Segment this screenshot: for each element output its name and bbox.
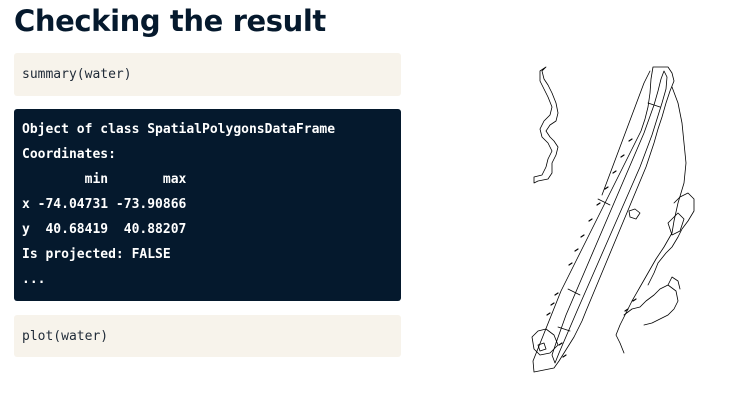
shoreline-ticks [546,138,637,358]
inlet [557,326,571,332]
manhattan-map-icon [531,66,695,373]
map-outline [532,66,675,373]
lower-right-branch [667,276,681,290]
page-title: Checking the result [14,4,326,38]
inlet [567,288,581,296]
code-text: summary(water) [22,67,132,82]
console-line: x -74.04731 -73.90866 [22,197,187,212]
console-line: y 40.68419 40.88207 [22,222,187,237]
inlet [597,198,611,206]
lower-right-edge [623,284,679,326]
console-line: Is projected: FALSE [22,247,171,262]
code-text: plot(water) [22,328,109,344]
code-block-summary[interactable]: summary(water) [14,53,401,96]
harlem-river [533,66,559,184]
southern-bay [531,328,559,356]
water-plot [528,63,700,377]
small-island [628,208,641,220]
console-line: min max [22,172,187,187]
console-output: Object of class SpatialPolygonsDataFrame… [14,109,401,301]
southern-bay-detail [537,342,547,352]
randalls-island [667,212,685,236]
code-block-plot[interactable]: plot(water) [14,315,401,357]
console-line: Object of class SpatialPolygonsDataFrame [22,122,336,137]
east-shoreline [647,192,695,286]
console-line: Coordinates: [22,147,116,162]
island-boundary [551,70,668,364]
console-line: ... [22,272,46,287]
north-channel [601,70,651,196]
